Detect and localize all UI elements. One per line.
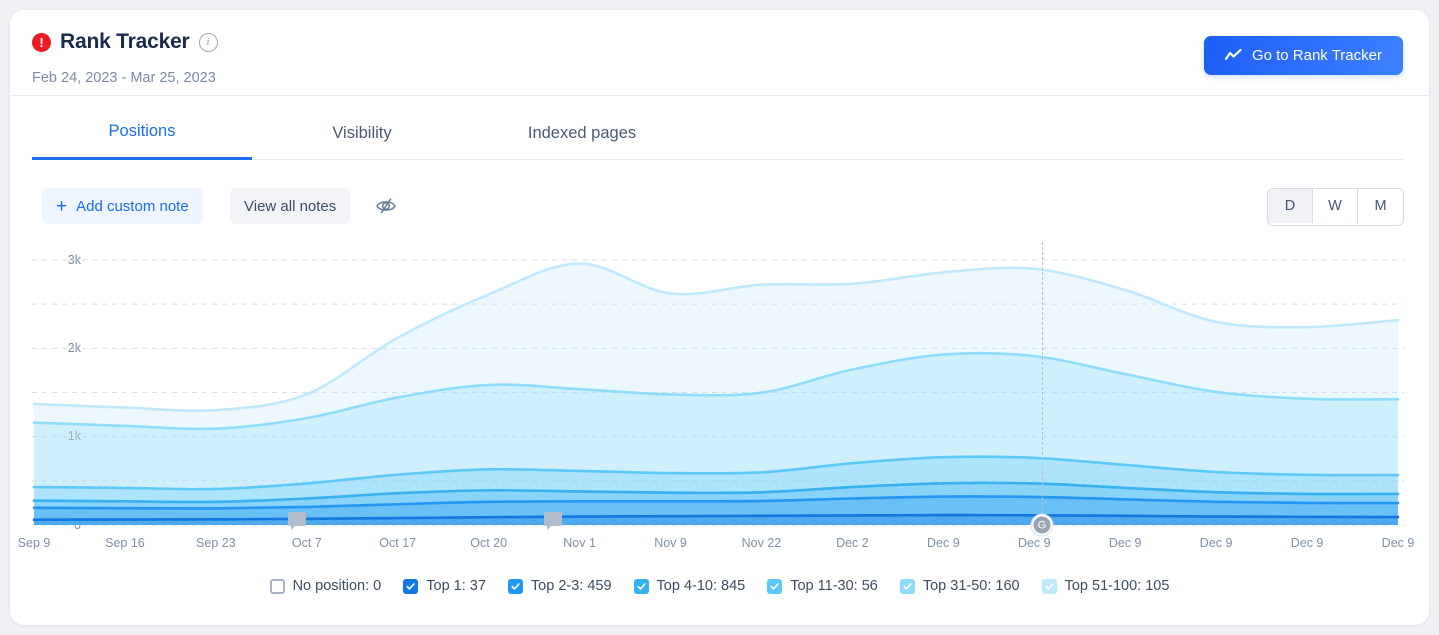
view-all-notes-button[interactable]: View all notes <box>230 188 351 224</box>
legend-item[interactable]: Top 1: 37 <box>403 578 486 594</box>
positions-area-chart[interactable]: G <box>32 242 1404 542</box>
checkbox-unchecked-icon[interactable] <box>269 578 285 594</box>
legend-item[interactable]: Top 31-50: 160 <box>899 578 1020 594</box>
chart-toolbar: + Add custom note View all notes D W M <box>32 188 1404 226</box>
x-tick-label: Oct 20 <box>470 536 508 550</box>
note-marker-1[interactable] <box>288 512 306 530</box>
tab-positions[interactable]: Positions <box>32 106 252 160</box>
plus-icon: + <box>56 195 68 217</box>
checkbox-checked-icon[interactable] <box>403 578 419 594</box>
x-tick-label: Oct 17 <box>379 536 417 550</box>
x-tick-label: Nov 22 <box>741 536 782 550</box>
legend-item-label: No position: 0 <box>292 578 382 594</box>
page-title: Rank Tracker <box>60 30 190 53</box>
x-tick-label: Dec 9 <box>927 536 960 550</box>
period-toggle-group: D W M <box>1267 188 1404 226</box>
tab-positions-label: Positions <box>108 122 176 140</box>
period-button-m[interactable]: M <box>1358 189 1403 223</box>
date-range: Feb 24, 2023 - Mar 25, 2023 <box>32 70 216 86</box>
x-axis-labels: Sep 9 Sep 16 Sep 23 Oct 7 Oct 17 Oct 20 Nov 1 N… <box>18 536 1415 556</box>
google-update-marker[interactable]: G <box>1031 514 1053 536</box>
period-button-w[interactable]: W <box>1313 189 1358 223</box>
hide-notes-button[interactable] <box>368 188 404 224</box>
checkbox-checked-icon[interactable] <box>767 578 783 594</box>
legend-item[interactable]: Top 51-100: 105 <box>1041 578 1170 594</box>
x-tick-label: Oct 7 <box>291 536 322 550</box>
x-tick-label: Dec 9 <box>1199 536 1233 550</box>
x-tick-label: Sep 23 <box>196 536 236 550</box>
tab-visibility-label: Visibility <box>332 123 392 142</box>
x-tick-label: Dec 9 <box>1381 536 1415 550</box>
x-tick-label: Sep 9 <box>17 536 51 550</box>
x-tick-label: Sep 16 <box>105 536 145 550</box>
title-row: ! Rank Tracker i <box>32 30 218 54</box>
add-custom-note-label: Add custom note <box>76 197 189 215</box>
rank-tracker-card: ! Rank Tracker i Feb 24, 2023 - Mar 25, … <box>10 10 1429 625</box>
legend-item[interactable]: Top 11-30: 56 <box>767 578 878 594</box>
line-chart-icon <box>1224 49 1242 61</box>
page-root: ! Rank Tracker i Feb 24, 2023 - Mar 25, … <box>0 0 1439 635</box>
alert-exclamation-icon: ! <box>32 32 51 52</box>
note-marker-2[interactable] <box>544 512 562 530</box>
x-tick-label: Nov 1 <box>563 536 596 550</box>
legend-item[interactable]: Top 2-3: 459 <box>507 578 612 594</box>
tab-indexed-pages-label: Indexed pages <box>527 123 637 142</box>
legend-item-label: Top 1: 37 <box>426 578 486 594</box>
cta-label: Go to Rank Tracker <box>1251 47 1382 64</box>
legend-item-label: Top 51-100: 105 <box>1064 578 1170 594</box>
legend-item-label: Top 11-30: 56 <box>790 578 878 594</box>
checkbox-checked-icon[interactable] <box>899 578 915 594</box>
eye-off-icon <box>376 198 396 214</box>
tab-indexed-pages[interactable]: Indexed pages <box>472 106 692 160</box>
legend-item-label: Top 31-50: 160 <box>922 578 1020 594</box>
x-tick-label: Dec 9 <box>1290 536 1324 550</box>
checkbox-checked-icon[interactable] <box>633 578 649 594</box>
legend-item-label: Top 4-10: 845 <box>656 578 746 594</box>
go-to-rank-tracker-button[interactable]: Go to Rank Tracker <box>1203 36 1403 75</box>
legend-item-label: Top 2-3: 459 <box>530 578 612 594</box>
period-button-d[interactable]: D <box>1268 189 1313 223</box>
chart-svg <box>32 259 1404 526</box>
x-tick-label: Dec 9 <box>1108 536 1142 550</box>
tab-bar: Positions Visibility Indexed pages <box>32 106 1404 160</box>
checkbox-checked-icon[interactable] <box>507 578 523 594</box>
legend-item[interactable]: Top 4-10: 845 <box>633 578 746 594</box>
legend-item[interactable]: No position: 0 <box>269 578 382 594</box>
x-tick-label: Dec 9 <box>1017 536 1051 550</box>
tab-visibility[interactable]: Visibility <box>252 106 472 160</box>
card-header: ! Rank Tracker i Feb 24, 2023 - Mar 25, … <box>10 10 1429 96</box>
info-icon[interactable]: i <box>198 32 218 52</box>
event-vertical-line <box>1042 242 1043 525</box>
x-tick-label: Dec 2 <box>836 536 869 550</box>
view-all-notes-label: View all notes <box>244 197 337 215</box>
add-custom-note-button[interactable]: + Add custom note <box>42 188 203 224</box>
checkbox-checked-icon[interactable] <box>1041 578 1057 594</box>
chart-legend: No position: 0 Top 1: 37 Top 2-3: 459 Top 4… <box>10 578 1429 594</box>
x-tick-label: Nov 9 <box>654 536 687 550</box>
